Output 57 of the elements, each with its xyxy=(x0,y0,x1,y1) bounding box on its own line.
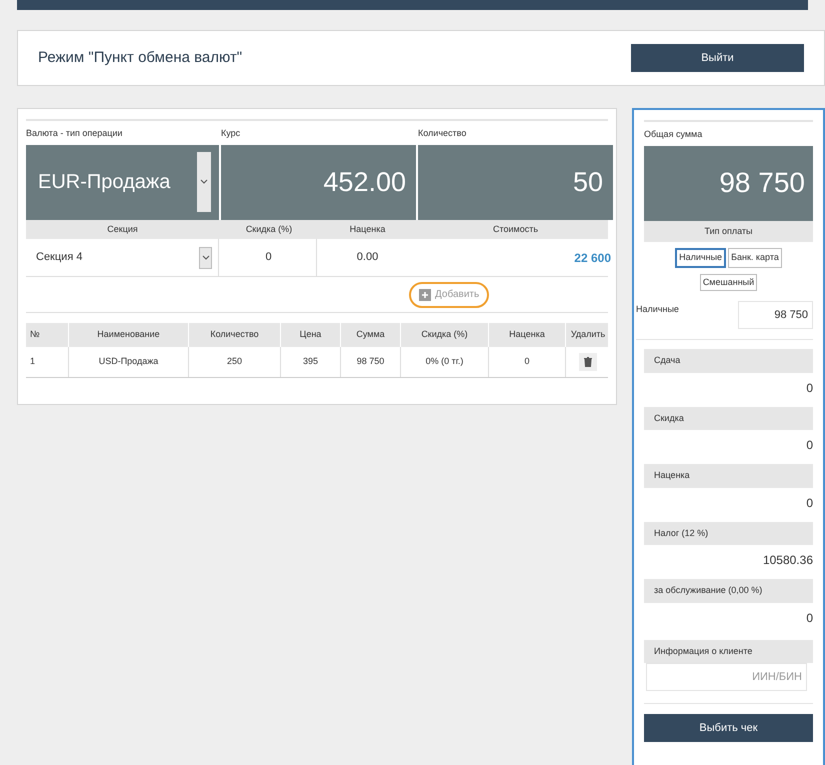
plus-icon xyxy=(419,288,431,300)
column-header: Секция xyxy=(106,222,139,236)
column-header: Наценка xyxy=(348,222,386,236)
section-header: Тип оплаты xyxy=(644,220,813,242)
payment-type-button[interactable]: Банк. карта xyxy=(728,248,782,268)
total-display: 98 750 xyxy=(644,146,813,220)
table-cell: 98 750 xyxy=(341,346,401,376)
exit-button[interactable]: Выйти xyxy=(631,44,804,72)
field-label: Валюта - тип операции xyxy=(26,127,124,140)
summary-value: 10580.36 xyxy=(762,552,813,569)
section-header: Налог (12 %) xyxy=(644,522,813,545)
summary-value: 0 xyxy=(805,494,813,512)
column-header: Наименование xyxy=(69,323,189,346)
markup-value: 0.00 xyxy=(356,250,380,266)
rate-field[interactable]: 452.00 xyxy=(221,144,416,220)
currency-select[interactable]: EUR-Продажа xyxy=(26,144,219,220)
cost-value: 22 600 xyxy=(573,250,612,266)
summary-value: 0 xyxy=(805,380,813,396)
client-id-input[interactable]: ИИН/БИН xyxy=(646,663,807,691)
table-cell: 1 xyxy=(26,346,69,376)
dropdown-icon xyxy=(199,246,212,268)
summary-value: 0 xyxy=(805,437,813,454)
table-cell: 395 xyxy=(281,346,341,376)
field-label: Курс xyxy=(221,127,242,140)
field-label: Общая сумма xyxy=(644,128,704,141)
column-header: Сумма xyxy=(341,323,401,346)
column-header: Удалить xyxy=(570,328,606,341)
trash-icon xyxy=(584,356,592,366)
table-cell: USD-Продажа xyxy=(69,346,189,376)
summary-value: 0 xyxy=(805,610,813,626)
cash-input[interactable]: 98 750 xyxy=(738,301,813,329)
page-title: Режим "Пункт обмена валют" xyxy=(38,48,242,68)
dropdown-icon xyxy=(197,152,211,212)
column-header: Наценка xyxy=(489,323,566,346)
field-label: Количество xyxy=(418,127,468,140)
delete-button[interactable] xyxy=(579,352,597,370)
column-header: Цена xyxy=(281,323,341,346)
payment-type-button[interactable]: Смешанный xyxy=(700,274,758,291)
column-header: Скидка (%) xyxy=(244,222,294,236)
table-cell: 250 xyxy=(189,346,281,376)
column-header: № xyxy=(26,323,69,346)
section-header: Скидка xyxy=(644,406,813,430)
field-label: Наличные xyxy=(636,303,679,316)
section-header: Сдача xyxy=(644,349,813,372)
section-header: за обслуживание (0,00 %) xyxy=(644,579,813,602)
section-header: Наценка xyxy=(644,464,813,488)
table-cell: 0 xyxy=(489,346,566,376)
quantity-field[interactable]: 50 xyxy=(418,144,613,220)
column-header: Количество xyxy=(189,323,281,346)
column-header: Стоимость xyxy=(492,222,540,236)
print-receipt-button[interactable]: Выбить чек xyxy=(644,714,813,742)
column-header: Скидка (%) xyxy=(401,323,489,346)
payment-type-button[interactable]: Наличные xyxy=(675,248,726,268)
table-cell: 0% (0 тг.) xyxy=(401,346,489,376)
section-header: Информация о клиенте xyxy=(644,640,813,663)
section-select[interactable]: Секция 4 xyxy=(26,239,219,276)
discount-value: 0 xyxy=(221,239,317,276)
